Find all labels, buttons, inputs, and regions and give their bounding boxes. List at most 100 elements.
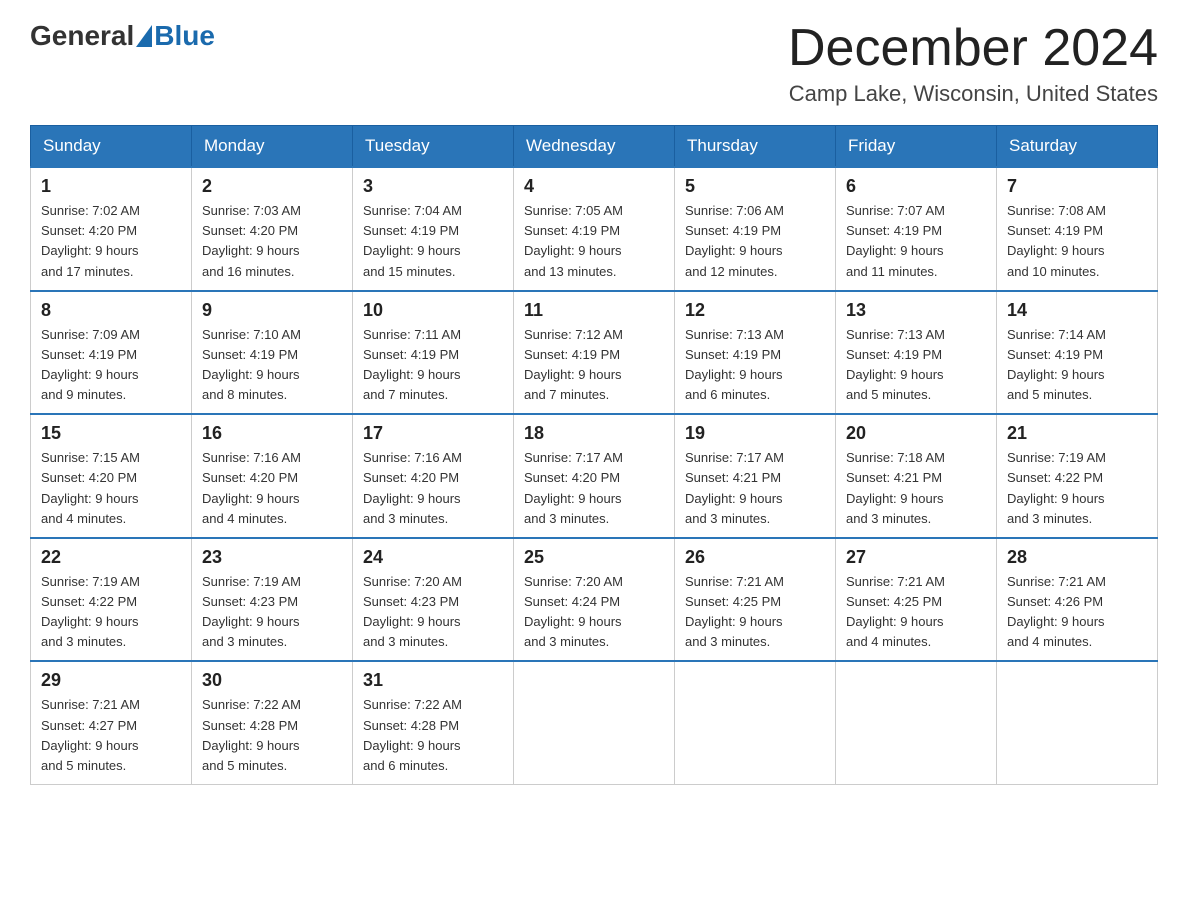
day-info: Sunrise: 7:15 AM Sunset: 4:20 PM Dayligh…: [41, 448, 181, 529]
header-tuesday: Tuesday: [353, 126, 514, 168]
calendar-cell: [836, 661, 997, 784]
day-info: Sunrise: 7:07 AM Sunset: 4:19 PM Dayligh…: [846, 201, 986, 282]
day-info: Sunrise: 7:17 AM Sunset: 4:21 PM Dayligh…: [685, 448, 825, 529]
calendar-cell: 19 Sunrise: 7:17 AM Sunset: 4:21 PM Dayl…: [675, 414, 836, 538]
week-row-2: 8 Sunrise: 7:09 AM Sunset: 4:19 PM Dayli…: [31, 291, 1158, 415]
day-info: Sunrise: 7:06 AM Sunset: 4:19 PM Dayligh…: [685, 201, 825, 282]
calendar-cell: 3 Sunrise: 7:04 AM Sunset: 4:19 PM Dayli…: [353, 167, 514, 291]
week-row-5: 29 Sunrise: 7:21 AM Sunset: 4:27 PM Dayl…: [31, 661, 1158, 784]
day-info: Sunrise: 7:11 AM Sunset: 4:19 PM Dayligh…: [363, 325, 503, 406]
calendar-cell: 26 Sunrise: 7:21 AM Sunset: 4:25 PM Dayl…: [675, 538, 836, 662]
day-number: 4: [524, 176, 664, 197]
header-saturday: Saturday: [997, 126, 1158, 168]
header-sunday: Sunday: [31, 126, 192, 168]
calendar-cell: 7 Sunrise: 7:08 AM Sunset: 4:19 PM Dayli…: [997, 167, 1158, 291]
day-info: Sunrise: 7:05 AM Sunset: 4:19 PM Dayligh…: [524, 201, 664, 282]
day-number: 26: [685, 547, 825, 568]
calendar-cell: 11 Sunrise: 7:12 AM Sunset: 4:19 PM Dayl…: [514, 291, 675, 415]
day-info: Sunrise: 7:21 AM Sunset: 4:25 PM Dayligh…: [685, 572, 825, 653]
calendar-cell: 23 Sunrise: 7:19 AM Sunset: 4:23 PM Dayl…: [192, 538, 353, 662]
calendar-cell: 5 Sunrise: 7:06 AM Sunset: 4:19 PM Dayli…: [675, 167, 836, 291]
day-info: Sunrise: 7:04 AM Sunset: 4:19 PM Dayligh…: [363, 201, 503, 282]
day-number: 28: [1007, 547, 1147, 568]
day-info: Sunrise: 7:12 AM Sunset: 4:19 PM Dayligh…: [524, 325, 664, 406]
day-info: Sunrise: 7:10 AM Sunset: 4:19 PM Dayligh…: [202, 325, 342, 406]
calendar-cell: [675, 661, 836, 784]
calendar-cell: 10 Sunrise: 7:11 AM Sunset: 4:19 PM Dayl…: [353, 291, 514, 415]
day-info: Sunrise: 7:21 AM Sunset: 4:27 PM Dayligh…: [41, 695, 181, 776]
day-info: Sunrise: 7:21 AM Sunset: 4:26 PM Dayligh…: [1007, 572, 1147, 653]
day-info: Sunrise: 7:18 AM Sunset: 4:21 PM Dayligh…: [846, 448, 986, 529]
day-number: 18: [524, 423, 664, 444]
calendar-cell: 4 Sunrise: 7:05 AM Sunset: 4:19 PM Dayli…: [514, 167, 675, 291]
day-number: 10: [363, 300, 503, 321]
calendar-cell: [997, 661, 1158, 784]
day-info: Sunrise: 7:09 AM Sunset: 4:19 PM Dayligh…: [41, 325, 181, 406]
calendar-cell: 21 Sunrise: 7:19 AM Sunset: 4:22 PM Dayl…: [997, 414, 1158, 538]
calendar-cell: 17 Sunrise: 7:16 AM Sunset: 4:20 PM Dayl…: [353, 414, 514, 538]
calendar-cell: 29 Sunrise: 7:21 AM Sunset: 4:27 PM Dayl…: [31, 661, 192, 784]
day-number: 9: [202, 300, 342, 321]
day-number: 5: [685, 176, 825, 197]
day-info: Sunrise: 7:13 AM Sunset: 4:19 PM Dayligh…: [846, 325, 986, 406]
calendar-cell: 24 Sunrise: 7:20 AM Sunset: 4:23 PM Dayl…: [353, 538, 514, 662]
day-number: 22: [41, 547, 181, 568]
calendar-cell: 27 Sunrise: 7:21 AM Sunset: 4:25 PM Dayl…: [836, 538, 997, 662]
day-number: 19: [685, 423, 825, 444]
day-info: Sunrise: 7:20 AM Sunset: 4:24 PM Dayligh…: [524, 572, 664, 653]
day-number: 29: [41, 670, 181, 691]
day-info: Sunrise: 7:20 AM Sunset: 4:23 PM Dayligh…: [363, 572, 503, 653]
calendar-cell: 14 Sunrise: 7:14 AM Sunset: 4:19 PM Dayl…: [997, 291, 1158, 415]
calendar-cell: 25 Sunrise: 7:20 AM Sunset: 4:24 PM Dayl…: [514, 538, 675, 662]
day-number: 20: [846, 423, 986, 444]
day-info: Sunrise: 7:14 AM Sunset: 4:19 PM Dayligh…: [1007, 325, 1147, 406]
header: General Blue December 2024 Camp Lake, Wi…: [30, 20, 1158, 107]
calendar-cell: 13 Sunrise: 7:13 AM Sunset: 4:19 PM Dayl…: [836, 291, 997, 415]
week-row-3: 15 Sunrise: 7:15 AM Sunset: 4:20 PM Dayl…: [31, 414, 1158, 538]
header-friday: Friday: [836, 126, 997, 168]
day-info: Sunrise: 7:19 AM Sunset: 4:23 PM Dayligh…: [202, 572, 342, 653]
day-number: 7: [1007, 176, 1147, 197]
header-wednesday: Wednesday: [514, 126, 675, 168]
day-number: 11: [524, 300, 664, 321]
calendar-cell: 12 Sunrise: 7:13 AM Sunset: 4:19 PM Dayl…: [675, 291, 836, 415]
logo-general-text: General: [30, 20, 134, 52]
day-info: Sunrise: 7:16 AM Sunset: 4:20 PM Dayligh…: [363, 448, 503, 529]
day-info: Sunrise: 7:03 AM Sunset: 4:20 PM Dayligh…: [202, 201, 342, 282]
calendar-cell: 18 Sunrise: 7:17 AM Sunset: 4:20 PM Dayl…: [514, 414, 675, 538]
day-info: Sunrise: 7:19 AM Sunset: 4:22 PM Dayligh…: [41, 572, 181, 653]
day-number: 25: [524, 547, 664, 568]
day-number: 1: [41, 176, 181, 197]
day-number: 13: [846, 300, 986, 321]
calendar-cell: 2 Sunrise: 7:03 AM Sunset: 4:20 PM Dayli…: [192, 167, 353, 291]
calendar-cell: 28 Sunrise: 7:21 AM Sunset: 4:26 PM Dayl…: [997, 538, 1158, 662]
day-number: 15: [41, 423, 181, 444]
day-info: Sunrise: 7:02 AM Sunset: 4:20 PM Dayligh…: [41, 201, 181, 282]
calendar-cell: 9 Sunrise: 7:10 AM Sunset: 4:19 PM Dayli…: [192, 291, 353, 415]
location-title: Camp Lake, Wisconsin, United States: [788, 81, 1158, 107]
day-number: 17: [363, 423, 503, 444]
calendar-cell: [514, 661, 675, 784]
day-number: 3: [363, 176, 503, 197]
day-number: 30: [202, 670, 342, 691]
calendar-cell: 8 Sunrise: 7:09 AM Sunset: 4:19 PM Dayli…: [31, 291, 192, 415]
weekday-header-row: Sunday Monday Tuesday Wednesday Thursday…: [31, 126, 1158, 168]
week-row-1: 1 Sunrise: 7:02 AM Sunset: 4:20 PM Dayli…: [31, 167, 1158, 291]
calendar-cell: 15 Sunrise: 7:15 AM Sunset: 4:20 PM Dayl…: [31, 414, 192, 538]
day-number: 21: [1007, 423, 1147, 444]
day-number: 23: [202, 547, 342, 568]
title-area: December 2024 Camp Lake, Wisconsin, Unit…: [788, 20, 1158, 107]
calendar-cell: 22 Sunrise: 7:19 AM Sunset: 4:22 PM Dayl…: [31, 538, 192, 662]
month-title: December 2024: [788, 20, 1158, 77]
logo: General Blue: [30, 20, 215, 52]
logo-blue-text: Blue: [154, 20, 215, 52]
day-info: Sunrise: 7:17 AM Sunset: 4:20 PM Dayligh…: [524, 448, 664, 529]
day-number: 27: [846, 547, 986, 568]
calendar-cell: 31 Sunrise: 7:22 AM Sunset: 4:28 PM Dayl…: [353, 661, 514, 784]
logo-triangle-icon: [136, 25, 152, 47]
day-info: Sunrise: 7:08 AM Sunset: 4:19 PM Dayligh…: [1007, 201, 1147, 282]
week-row-4: 22 Sunrise: 7:19 AM Sunset: 4:22 PM Dayl…: [31, 538, 1158, 662]
day-number: 14: [1007, 300, 1147, 321]
day-info: Sunrise: 7:21 AM Sunset: 4:25 PM Dayligh…: [846, 572, 986, 653]
day-info: Sunrise: 7:19 AM Sunset: 4:22 PM Dayligh…: [1007, 448, 1147, 529]
